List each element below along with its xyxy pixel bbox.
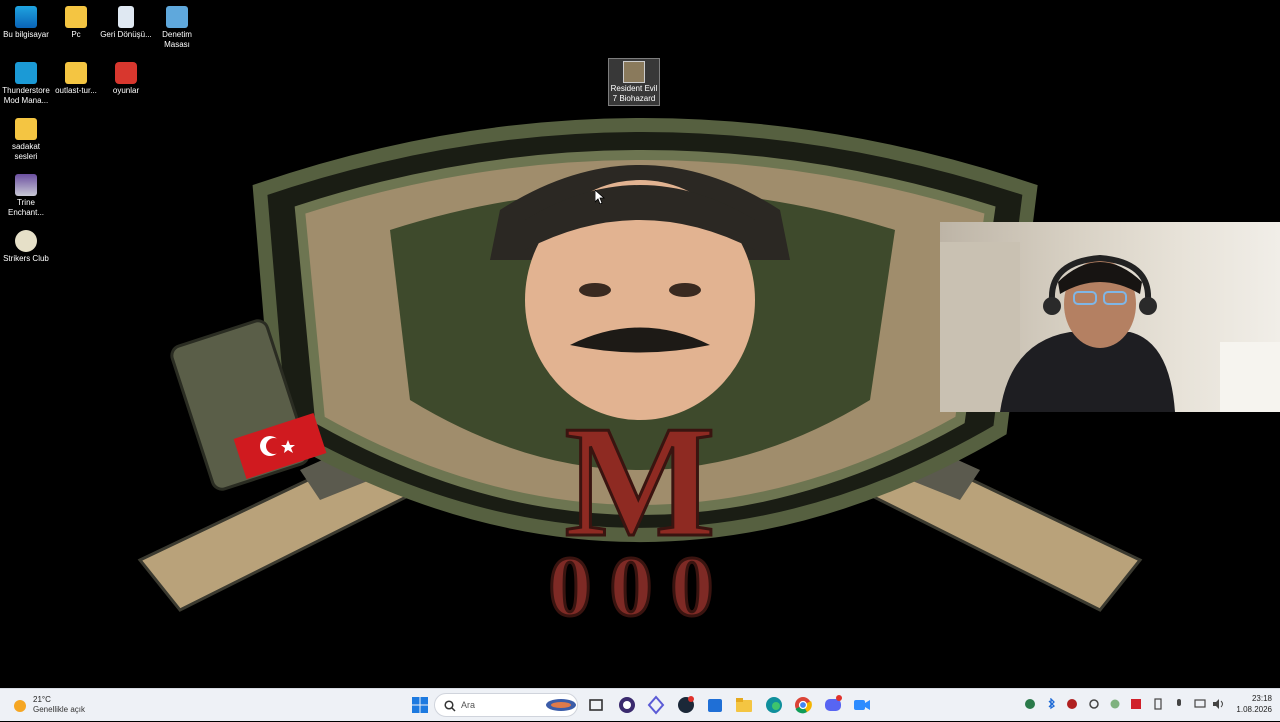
taskbar-clock[interactable]: 23:18 1.08.2026 — [1228, 693, 1272, 715]
app-icon — [647, 695, 665, 715]
desktop-icon-oyunlar[interactable]: oyunlar — [100, 62, 152, 96]
desktop-icon-label: Geri Dönüşü... — [100, 30, 152, 39]
monitor-icon — [15, 6, 37, 28]
start-icon — [412, 697, 428, 713]
strikers-club-icon — [15, 230, 37, 252]
taskbar-edge[interactable] — [762, 693, 786, 717]
desktop-icon-control-panel[interactable]: Denetim Masası — [151, 6, 203, 50]
weather-temp: 21°C — [33, 695, 51, 704]
desktop-icon-label: Denetim Masası — [162, 30, 192, 49]
discord-icon — [825, 695, 842, 711]
mouse-cursor-icon — [595, 190, 605, 204]
desktop-icon-label: Strikers Club — [3, 254, 49, 263]
taskbar-app[interactable] — [644, 693, 668, 717]
desktop-icon-label: Trine Enchant... — [7, 198, 45, 217]
desktop-icon-label: oyunlar — [112, 86, 140, 95]
clock-time: 23:18 — [1251, 694, 1272, 703]
task-view-icon — [589, 699, 603, 711]
taskbar-zoom[interactable] — [850, 693, 874, 717]
webcam-person — [940, 242, 1280, 412]
taskbar-file-explorer[interactable] — [732, 693, 756, 717]
resident-evil-icon — [623, 61, 645, 83]
start-button[interactable] — [408, 693, 432, 717]
recycle-bin-icon — [118, 6, 134, 28]
thunderstore-icon — [15, 62, 37, 84]
obs-icon — [619, 697, 635, 713]
desktop-icon-recycle-bin[interactable]: Geri Dönüşü... — [100, 6, 152, 40]
control-panel-icon — [166, 6, 188, 28]
steam-icon — [678, 696, 694, 713]
taskbar: 21°C Genellikle açık Ara 23:18 1.08.2026 — [0, 688, 1280, 721]
power-icon — [115, 62, 137, 84]
zoom-icon — [854, 700, 870, 710]
folder-icon — [15, 118, 37, 140]
task-view-button[interactable] — [584, 693, 608, 717]
folder-icon — [65, 62, 87, 84]
store-icon — [708, 699, 722, 712]
file-explorer-icon — [736, 698, 752, 712]
folder-icon — [65, 6, 87, 28]
emblem-number: 000 — [549, 538, 732, 634]
search-placeholder: Ara — [461, 700, 476, 710]
taskbar-store[interactable] — [703, 693, 727, 717]
network-icon[interactable] — [1194, 698, 1206, 710]
search-highlight-icon — [546, 699, 576, 711]
battery-icon[interactable] — [1152, 698, 1164, 710]
desktop-icon-strikers-club[interactable]: Strikers Club — [0, 230, 52, 264]
trine-icon — [15, 174, 37, 196]
desktop-icon-thunderstore[interactable]: Thunderstore Mod Mana... — [0, 62, 52, 106]
nvidia-icon[interactable] — [1109, 698, 1121, 710]
desktop-icon-this-pc[interactable]: Bu bilgisayar — [0, 6, 52, 40]
mic-icon[interactable] — [1173, 698, 1185, 710]
clock-date: 1.08.2026 — [1236, 705, 1272, 714]
desktop-icon-resident-evil-7[interactable]: Resident Evil 7 Biohazard — [608, 58, 660, 106]
taskbar-chrome[interactable] — [791, 693, 815, 717]
taskbar-steam[interactable] — [674, 693, 698, 717]
desktop-icon-outlast[interactable]: outlast-tur... — [50, 62, 102, 96]
bluetooth-icon[interactable] — [1045, 698, 1057, 710]
desktop-icon-label: Resident Evil 7 Biohazard — [610, 84, 658, 103]
settings-tray-icon[interactable] — [1088, 698, 1100, 710]
steam-tray-icon[interactable] — [1066, 698, 1078, 710]
sun-icon — [14, 700, 26, 712]
copilot-icon[interactable] — [1024, 698, 1036, 710]
webcam-overlay — [940, 222, 1280, 412]
desktop-icon-label: Bu bilgisayar — [3, 30, 49, 39]
taskbar-search-input[interactable]: Ara — [434, 693, 578, 717]
weather-condition: Genellikle açık — [33, 705, 86, 714]
desktop-icon-label: sadakat sesleri — [11, 142, 41, 161]
desktop-icon-trine[interactable]: Trine Enchant... — [0, 174, 52, 218]
desktop-icon-label: Thunderstore Mod Mana... — [2, 86, 50, 105]
app-tray-icon[interactable] — [1130, 698, 1142, 710]
desktop-icon-pc[interactable]: Pc — [50, 6, 102, 40]
taskbar-discord[interactable] — [821, 693, 845, 717]
edge-icon — [766, 697, 782, 713]
desktop-icon-label: outlast-tur... — [55, 86, 97, 95]
chrome-icon — [795, 697, 812, 714]
volume-icon[interactable] — [1212, 698, 1224, 710]
search-icon — [444, 700, 456, 712]
desktop-icon-label: Pc — [71, 30, 81, 39]
desktop-icon-sadakat[interactable]: sadakat sesleri — [0, 118, 52, 162]
taskbar-obs[interactable] — [615, 693, 639, 717]
